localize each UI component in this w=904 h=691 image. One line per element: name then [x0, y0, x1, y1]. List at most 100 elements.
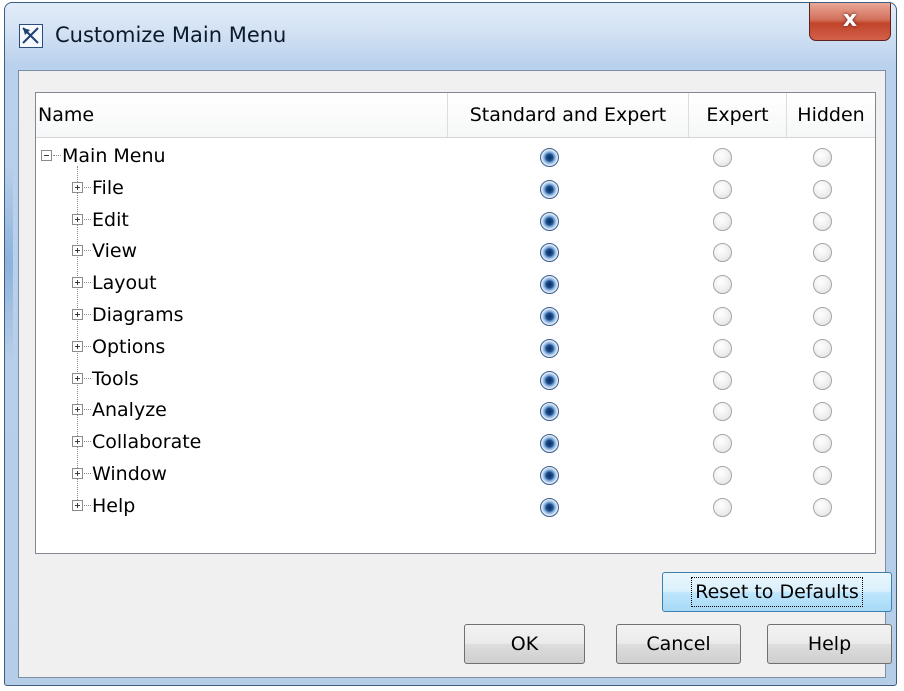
radio-layout-hidden[interactable] [813, 275, 832, 295]
tree-row-layout[interactable]: Layout [36, 269, 875, 301]
dialog-window: Customize Main Menu x Name Standard and … [4, 2, 897, 686]
tree-node-label: Help [92, 494, 136, 517]
radio-main-menu-standard-and-expert[interactable] [540, 148, 559, 167]
tree-node-label: Collaborate [92, 431, 202, 454]
tree-row-main-menu[interactable]: Main Menu [36, 142, 875, 174]
tree-connector [84, 186, 91, 188]
tree-row-diagrams[interactable]: Diagrams [36, 301, 875, 333]
column-header-expert[interactable]: Expert [689, 93, 787, 137]
expand-icon[interactable] [72, 468, 83, 479]
tree-node-label: Options [92, 335, 166, 358]
tree-connector [84, 345, 91, 347]
radio-collaborate-expert[interactable] [713, 434, 732, 454]
tree-node-label: View [92, 240, 138, 263]
radio-diagrams-hidden[interactable] [813, 307, 832, 326]
dialog-content: Name Standard and Expert Expert Hidden M… [18, 70, 892, 678]
tree-connector [84, 409, 91, 411]
cancel-button[interactable]: Cancel [616, 624, 741, 664]
radio-diagrams-expert[interactable] [713, 307, 732, 326]
radio-layout-expert[interactable] [713, 275, 732, 295]
tree-row-options[interactable]: Options [36, 333, 875, 365]
tree-node-label: Layout [92, 272, 157, 295]
expand-icon[interactable] [72, 309, 83, 320]
window-title: Customize Main Menu [55, 23, 287, 47]
tree-connector [84, 250, 91, 252]
expand-icon[interactable] [72, 213, 83, 225]
radio-diagrams-standard-and-expert[interactable] [540, 307, 559, 326]
reset-to-defaults-label: Reset to Defaults [691, 577, 863, 607]
radio-analyze-standard-and-expert[interactable] [540, 402, 559, 422]
tree-row-collaborate[interactable]: Collaborate [36, 428, 875, 460]
radio-edit-hidden[interactable] [813, 211, 832, 231]
expand-icon[interactable] [72, 436, 83, 448]
radio-tools-standard-and-expert[interactable] [540, 370, 559, 390]
radio-window-standard-and-expert[interactable] [540, 466, 559, 485]
radio-file-hidden[interactable] [813, 179, 832, 199]
title-bar[interactable]: Customize Main Menu x [5, 3, 896, 67]
column-header-name[interactable]: Name [36, 93, 448, 137]
radio-view-expert[interactable] [713, 243, 732, 263]
radio-main-menu-hidden[interactable] [813, 148, 832, 167]
radio-help-standard-and-expert[interactable] [540, 497, 559, 517]
reset-to-defaults-button[interactable]: Reset to Defaults [662, 572, 892, 612]
tree-connector [84, 282, 91, 284]
collapse-icon[interactable] [41, 150, 52, 161]
radio-file-standard-and-expert[interactable] [540, 179, 559, 199]
tree-row-analyze[interactable]: Analyze [36, 396, 875, 428]
radio-file-expert[interactable] [713, 179, 732, 199]
radio-analyze-expert[interactable] [713, 402, 732, 422]
ok-label: OK [510, 633, 539, 655]
help-button[interactable]: Help [767, 624, 892, 664]
column-header-standard-and-expert[interactable]: Standard and Expert [448, 93, 689, 137]
tree-connector [84, 314, 91, 315]
radio-collaborate-standard-and-expert[interactable] [540, 434, 559, 454]
tree-row-edit[interactable]: Edit [36, 206, 875, 238]
radio-collaborate-hidden[interactable] [813, 434, 832, 454]
expand-icon[interactable] [72, 372, 83, 384]
radio-tools-hidden[interactable] [813, 370, 832, 390]
tree-row-help[interactable]: Help [36, 492, 875, 524]
tree-row-window[interactable]: Window [36, 460, 875, 492]
tree-connector [84, 441, 91, 443]
radio-layout-standard-and-expert[interactable] [540, 275, 559, 295]
radio-view-standard-and-expert[interactable] [540, 243, 559, 263]
expand-icon[interactable] [72, 245, 83, 257]
help-label: Help [807, 633, 852, 655]
tree-node-label: File [92, 176, 124, 199]
radio-help-expert[interactable] [713, 497, 732, 517]
expand-icon[interactable] [72, 181, 83, 193]
radio-main-menu-expert[interactable] [713, 148, 732, 167]
expand-icon[interactable] [72, 277, 83, 289]
tree-node-label: Diagrams [92, 304, 184, 326]
tree-node-label: Window [92, 463, 167, 485]
tree-connector [84, 377, 91, 379]
column-header-hidden[interactable]: Hidden [787, 93, 875, 137]
expand-icon[interactable] [72, 499, 83, 511]
cancel-label: Cancel [646, 633, 711, 655]
ok-button[interactable]: OK [464, 624, 585, 664]
radio-options-hidden[interactable] [813, 338, 832, 358]
radio-edit-expert[interactable] [713, 211, 732, 231]
menu-tree-table: Name Standard and Expert Expert Hidden M… [35, 92, 876, 554]
expand-icon[interactable] [72, 404, 83, 416]
tree-node-label: Edit [92, 208, 129, 231]
radio-window-hidden[interactable] [813, 466, 832, 485]
tree-node-label: Tools [92, 367, 139, 390]
close-icon: x [842, 7, 858, 32]
radio-analyze-hidden[interactable] [813, 402, 832, 422]
radio-tools-expert[interactable] [713, 370, 732, 390]
table-header: Name Standard and Expert Expert Hidden [36, 93, 875, 138]
close-button[interactable]: x [809, 3, 891, 41]
radio-options-expert[interactable] [713, 338, 732, 358]
expand-icon[interactable] [72, 340, 83, 352]
tree-node-label: Analyze [92, 399, 167, 422]
tree-row-file[interactable]: File [36, 174, 875, 206]
radio-edit-standard-and-expert[interactable] [540, 211, 559, 231]
radio-view-hidden[interactable] [813, 243, 832, 263]
tree-row-tools[interactable]: Tools [36, 365, 875, 397]
radio-options-standard-and-expert[interactable] [540, 338, 559, 358]
radio-window-expert[interactable] [713, 466, 732, 485]
tree-row-view[interactable]: View [36, 237, 875, 269]
radio-help-hidden[interactable] [813, 497, 832, 517]
tree-connector [53, 155, 61, 156]
